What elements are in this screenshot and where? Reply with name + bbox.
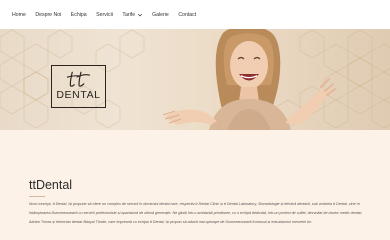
nav-item-home[interactable]: Home bbox=[12, 12, 26, 18]
intro-section: ttDental Noul concept, tt Dental, își pr… bbox=[0, 130, 390, 240]
title-divider bbox=[29, 196, 45, 197]
nav-item-servicii[interactable]: Servicii bbox=[96, 12, 113, 18]
nav-item-label: Contact bbox=[178, 11, 197, 18]
nav-item-label: Tarife bbox=[122, 11, 136, 18]
nav-item-contact[interactable]: Contact bbox=[178, 12, 196, 18]
main-navigation: Home Despre Noi Echipa Servicii Tarife G… bbox=[0, 0, 390, 29]
nav-item-echipa[interactable]: Echipa bbox=[71, 12, 87, 18]
tt-dental-logo[interactable]: DENTAL bbox=[51, 65, 106, 108]
nav-item-label: Home bbox=[12, 11, 26, 18]
nav-item-label: Echipa bbox=[70, 11, 87, 18]
nav-item-label: Galerie bbox=[152, 11, 169, 18]
nav-item-label: Servicii bbox=[96, 11, 113, 18]
hero-banner: DENTAL bbox=[0, 29, 390, 130]
nav-item-label: Despre Noi bbox=[35, 11, 62, 18]
logo-text: DENTAL bbox=[56, 89, 101, 101]
nav-item-despre-noi[interactable]: Despre Noi bbox=[35, 12, 61, 18]
nav-item-galerie[interactable]: Galerie bbox=[152, 12, 169, 18]
intro-paragraph: Noul concept, tt Dental, își propune să … bbox=[29, 202, 362, 224]
chevron-down-icon bbox=[137, 13, 142, 16]
nav-item-tarife[interactable]: Tarife bbox=[122, 12, 142, 18]
smiling-woman-image bbox=[162, 29, 336, 130]
tt-monogram-icon bbox=[66, 71, 91, 87]
page-title: ttDental bbox=[29, 178, 73, 192]
